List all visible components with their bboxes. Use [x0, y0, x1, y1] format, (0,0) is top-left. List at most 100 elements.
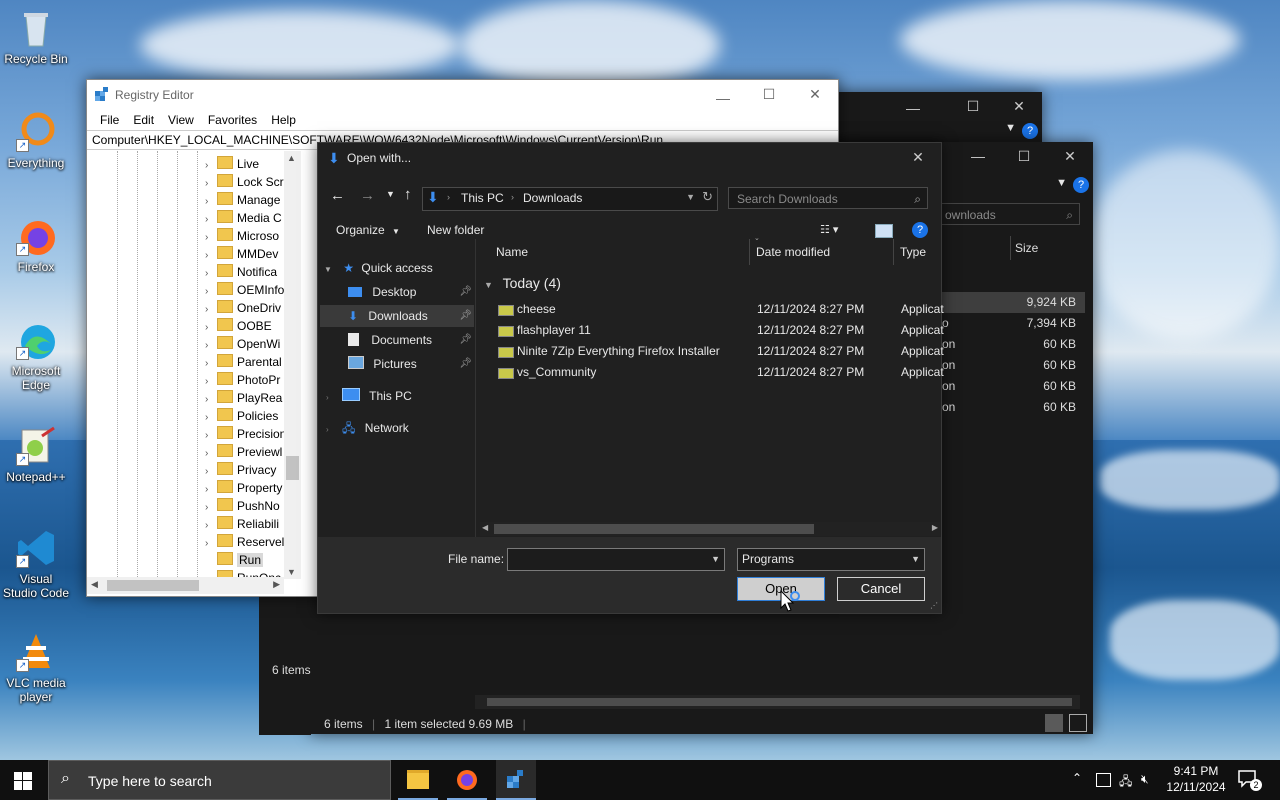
scroll-right-icon[interactable]: ▶: [932, 523, 938, 532]
registry-key-item[interactable]: › PhotoPr: [205, 371, 280, 389]
horizontal-scrollbar[interactable]: ◀ ▶: [480, 522, 940, 536]
forward-arrow-icon[interactable]: →: [360, 187, 375, 204]
file-row[interactable]: Ninite 7Zip Everything Firefox Installer…: [496, 341, 944, 362]
scrollbar-thumb[interactable]: [286, 456, 299, 480]
registry-key-item[interactable]: › OOBE: [205, 317, 272, 335]
file-row-size[interactable]: on 60 KB: [940, 397, 1080, 418]
scroll-down-icon[interactable]: ▼: [287, 567, 296, 577]
details-view-icon[interactable]: [1045, 714, 1063, 732]
tree-horizontal-scrollbar[interactable]: ◀ ▶: [87, 577, 284, 594]
registry-key-item[interactable]: › OpenWi: [205, 335, 280, 353]
new-folder-button[interactable]: New folder: [427, 223, 484, 237]
maximize-icon[interactable]: ☐: [746, 80, 792, 110]
registry-key-item[interactable]: › Manage: [205, 191, 280, 209]
scrollbar-thumb[interactable]: [107, 580, 199, 591]
file-row-size[interactable]: on 60 KB: [940, 334, 1080, 355]
menu-edit[interactable]: Edit: [126, 110, 161, 130]
notification-center-icon[interactable]: 2: [1238, 770, 1262, 791]
maximize-icon[interactable]: ☐: [950, 92, 996, 122]
registry-key-item[interactable]: › Lock Scr: [205, 173, 284, 191]
large-icons-view-icon[interactable]: [1069, 714, 1087, 732]
search-input[interactable]: ownloads ⌕: [940, 203, 1080, 225]
desktop-icon-firefox[interactable]: ↗ Firefox: [2, 216, 70, 274]
menu-help[interactable]: Help: [264, 110, 303, 130]
nav-downloads[interactable]: ⬇ Downloads 📌︎: [320, 305, 474, 327]
taskbar-firefox[interactable]: [447, 760, 487, 800]
network-tray-icon[interactable]: 🖧︎: [1119, 772, 1132, 793]
taskbar-clock[interactable]: 9:41 PM 12/11/2024: [1166, 763, 1226, 795]
file-row[interactable]: vs_Community 12/11/2024 8:27 PM Applicat: [496, 362, 944, 383]
menu-file[interactable]: File: [93, 110, 126, 130]
registry-key-item[interactable]: › MMDev: [205, 245, 278, 263]
windows-start-icon[interactable]: [14, 772, 32, 790]
navigation-pane[interactable]: ▼ ★ Quick access Desktop 📌︎ ⬇ Downloads …: [318, 247, 478, 537]
column-header-name[interactable]: Name: [496, 245, 528, 259]
close-icon[interactable]: ✕: [1047, 142, 1093, 172]
registry-key-item[interactable]: › Media C: [205, 209, 282, 227]
registry-key-item[interactable]: › Precision: [205, 425, 286, 443]
scroll-right-icon[interactable]: ▶: [273, 579, 280, 590]
help-icon[interactable]: ?: [1073, 177, 1089, 193]
registry-key-item[interactable]: › Privacy: [205, 461, 276, 479]
registry-key-item[interactable]: › Property: [205, 479, 282, 497]
show-hidden-icons-chevron-icon[interactable]: ⌃: [1072, 771, 1082, 785]
up-arrow-icon[interactable]: ↑: [404, 186, 412, 203]
back-arrow-icon[interactable]: ←: [330, 187, 345, 204]
registry-key-item[interactable]: › PushNo: [205, 497, 280, 515]
maximize-icon[interactable]: ☐: [1001, 142, 1047, 172]
registry-key-item[interactable]: › PlayRea: [205, 389, 282, 407]
registry-key-item[interactable]: › Reliabili: [205, 515, 279, 533]
taskbar-search-box[interactable]: ⌕ Type here to search: [48, 760, 391, 800]
column-header-type[interactable]: Type: [900, 245, 926, 259]
column-header-date-modified[interactable]: Date modified: [756, 245, 830, 259]
file-type-select[interactable]: Programs ▼: [737, 548, 925, 571]
chevron-down-icon[interactable]: ▼: [1005, 122, 1016, 134]
cancel-button[interactable]: Cancel: [837, 577, 925, 601]
nav-documents[interactable]: Documents 📌︎: [348, 329, 474, 351]
group-header-today[interactable]: ▼ Today (4): [484, 275, 561, 291]
refresh-icon[interactable]: ↻: [702, 189, 713, 205]
recent-locations-chevron-icon[interactable]: ▼: [386, 189, 395, 199]
registry-key-item[interactable]: › Notifica: [205, 263, 277, 281]
dialog-title-bar[interactable]: ⬇ Open with... ✕: [318, 143, 941, 173]
desktop-icon-vlc[interactable]: ↗ VLC media player: [2, 632, 70, 704]
scroll-left-icon[interactable]: ◀: [91, 579, 98, 590]
scrollbar-thumb[interactable]: [494, 524, 814, 534]
security-tray-icon[interactable]: [1096, 773, 1111, 787]
close-icon[interactable]: ✕: [895, 143, 941, 173]
help-icon[interactable]: ?: [1022, 123, 1038, 139]
nav-pictures[interactable]: Pictures 📌︎: [348, 353, 474, 375]
file-row[interactable]: cheese 12/11/2024 8:27 PM Applicat: [496, 299, 944, 320]
horizontal-scrollbar[interactable]: [475, 695, 1080, 709]
search-input[interactable]: Search Downloads ⌕: [728, 187, 928, 209]
tree-vertical-scrollbar[interactable]: ▲ ▼: [284, 151, 301, 579]
registry-key-item[interactable]: › Microso: [205, 227, 279, 245]
menu-favorites[interactable]: Favorites: [201, 110, 264, 130]
desktop-icon-everything[interactable]: ↗ Everything: [2, 112, 70, 170]
file-row-size[interactable]: on 60 KB: [940, 355, 1080, 376]
scrollbar-thumb[interactable]: [487, 698, 1072, 706]
registry-key-item[interactable]: › OneDriv: [205, 299, 281, 317]
view-options-icon[interactable]: ☷ ▾: [820, 223, 838, 236]
taskbar-registry-editor[interactable]: [496, 760, 536, 800]
file-row-size[interactable]: o 7,394 KB: [940, 313, 1080, 334]
breadcrumb-this-pc[interactable]: This PC: [461, 191, 504, 205]
scroll-up-icon[interactable]: ▲: [287, 153, 296, 163]
nav-this-pc[interactable]: › This PC: [326, 385, 412, 407]
registry-tree[interactable]: › Live › Lock Scr › Manage › Media C › Microso › MM…: [87, 151, 309, 579]
help-icon[interactable]: ?: [912, 222, 928, 238]
desktop-icon-vscode[interactable]: ↗ Visual Studio Code: [2, 528, 70, 600]
registry-key-item[interactable]: › Reservel: [205, 533, 284, 551]
registry-key-item[interactable]: › Parental: [205, 353, 282, 371]
column-header-size[interactable]: Size: [1010, 236, 1085, 260]
chevron-down-icon[interactable]: ▼: [1056, 177, 1067, 189]
nav-quick-access[interactable]: ▼ ★ Quick access: [324, 257, 433, 279]
registry-key-item[interactable]: › Live: [205, 155, 259, 173]
registry-key-item[interactable]: › Policies: [205, 407, 278, 425]
registry-key-item[interactable]: Run: [205, 551, 264, 569]
desktop-icon-notepadpp[interactable]: ↗ Notepad++: [2, 426, 70, 484]
desktop-icon-edge[interactable]: ↗ Microsoft Edge: [2, 320, 70, 392]
desktop-icon-recycle-bin[interactable]: Recycle Bin: [2, 8, 70, 66]
preview-pane-icon[interactable]: [875, 224, 893, 238]
nav-network[interactable]: › 🖧︎ Network: [326, 417, 409, 439]
